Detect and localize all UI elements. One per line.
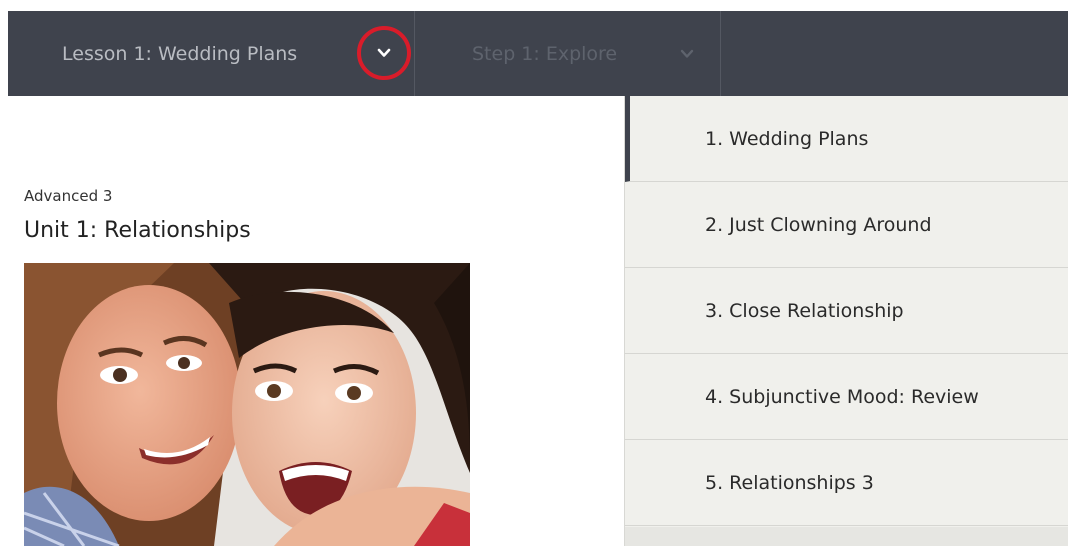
- menu-scroll-edge: [625, 527, 1068, 546]
- lesson-menu-item-5[interactable]: 5. Relationships 3: [625, 440, 1068, 526]
- step-selector-label: Step 1: Explore: [472, 42, 618, 65]
- lesson-menu-item-label: 1. Wedding Plans: [705, 127, 869, 150]
- lesson-menu-item-label: 3. Close Relationship: [705, 299, 904, 322]
- lesson-navigation-bar: Lesson 1: Wedding Plans Step 1: Explore: [8, 11, 1068, 96]
- unit-title: Unit 1: Relationships: [24, 218, 251, 243]
- step-dropdown-toggle[interactable]: [677, 44, 697, 64]
- lesson-selector-label: Lesson 1: Wedding Plans: [62, 42, 298, 65]
- lesson-dropdown-menu: 1. Wedding Plans 2. Just Clowning Around…: [624, 96, 1068, 546]
- lesson-menu-item-4[interactable]: 4. Subjunctive Mood: Review: [625, 354, 1068, 440]
- lesson-menu-item-label: 2. Just Clowning Around: [705, 213, 932, 236]
- chevron-down-icon: [377, 48, 391, 57]
- chevron-down-icon: [680, 49, 694, 58]
- lesson-menu-item-label: 4. Subjunctive Mood: Review: [705, 385, 979, 408]
- lesson-dropdown-toggle[interactable]: [357, 26, 411, 80]
- lesson-selector[interactable]: Lesson 1: Wedding Plans: [8, 11, 415, 96]
- lesson-menu-item-label: 5. Relationships 3: [705, 471, 874, 494]
- unit-photo: [24, 263, 470, 546]
- course-level: Advanced 3: [24, 187, 113, 205]
- lesson-menu-item-2[interactable]: 2. Just Clowning Around: [625, 182, 1068, 268]
- unit-overview: Advanced 3 Unit 1: Relationships: [24, 96, 624, 546]
- lesson-menu-item-1[interactable]: 1. Wedding Plans: [625, 96, 1068, 182]
- step-selector[interactable]: Step 1: Explore: [415, 11, 721, 96]
- lesson-menu-item-3[interactable]: 3. Close Relationship: [625, 268, 1068, 354]
